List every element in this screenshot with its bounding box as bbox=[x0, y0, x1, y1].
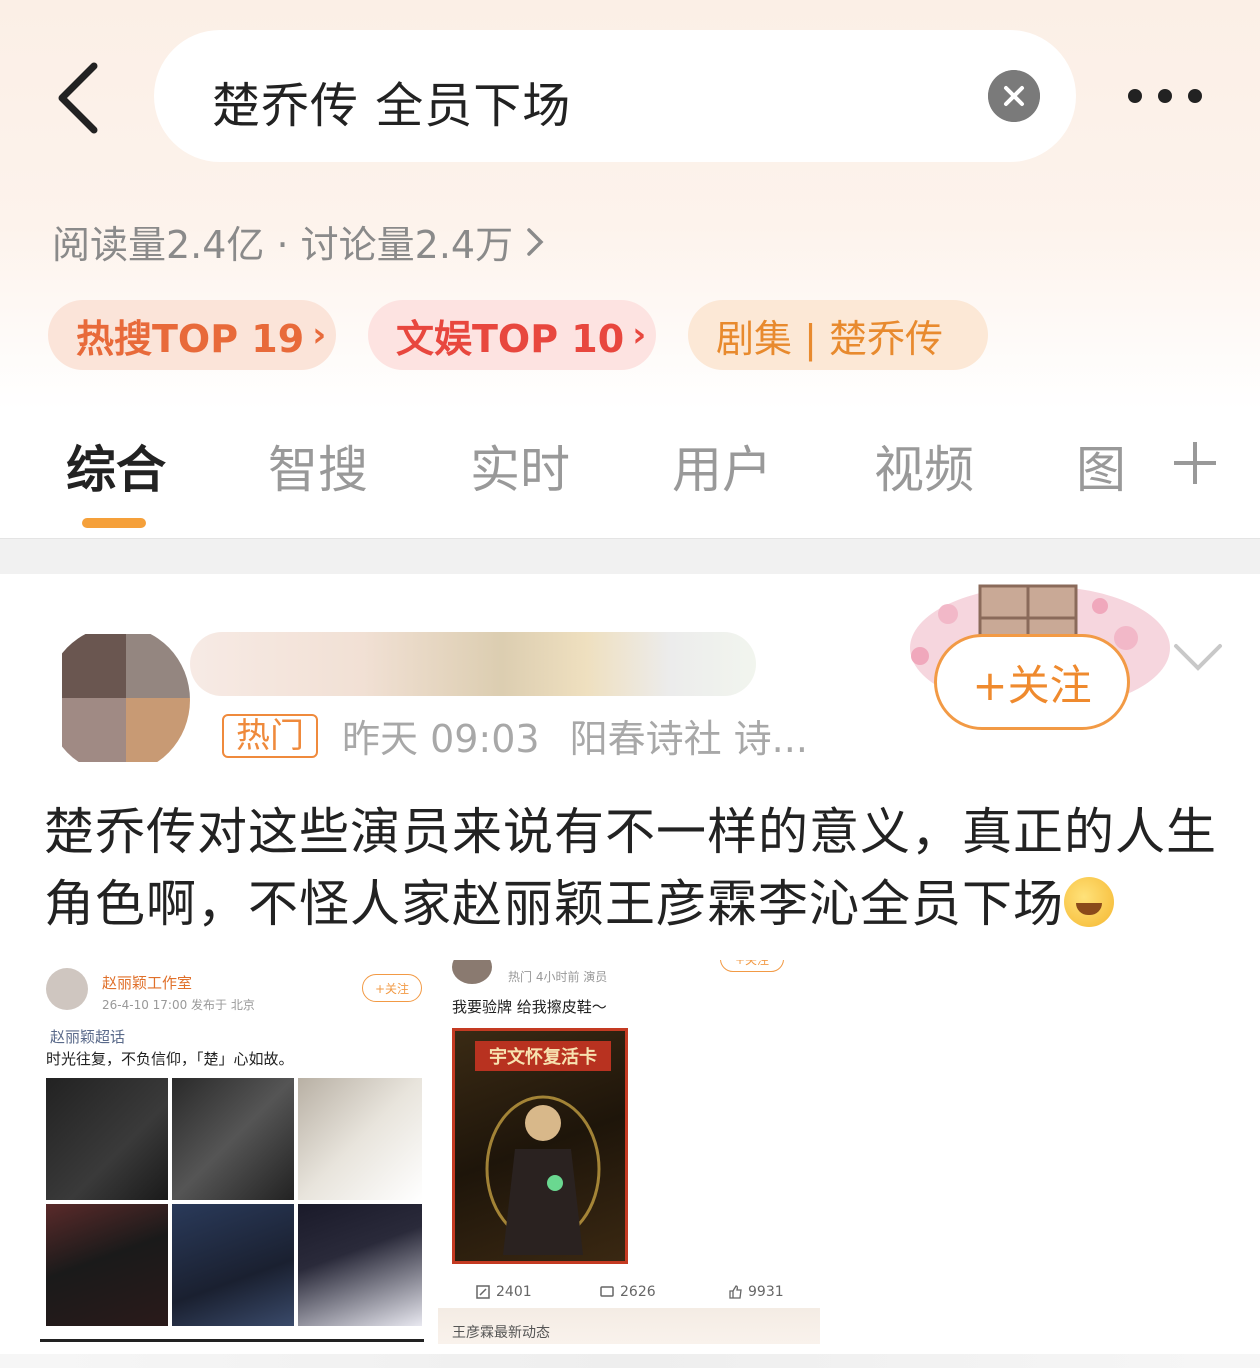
action-bar: 2401 2626 9931 bbox=[438, 1278, 818, 1312]
post-meta: 热门 昨天 09:03 阳春诗社 诗... bbox=[222, 708, 808, 763]
embedded-topic: 赵丽颖超话 bbox=[50, 1028, 126, 1046]
hot-badge: 热门 bbox=[222, 713, 318, 758]
repost-action: 2401 bbox=[476, 1284, 532, 1300]
next-post-preview: 王彦霖最新动态 bbox=[438, 1308, 820, 1344]
post-text: 楚乔传对这些演员来说有不一样的意义，真正的人生角色啊，不怪人家赵丽颖王彦霖李沁全… bbox=[44, 803, 1217, 933]
embedded-meta: 热门 4小时前 演员 bbox=[508, 970, 608, 984]
tab-images[interactable]: 图 bbox=[1076, 430, 1126, 502]
post-image-2[interactable]: 热门 4小时前 演员 +关注 我要验牌 给我擦皮鞋～ 宇文怀复活卡 2401 2… bbox=[438, 960, 820, 1344]
active-tab-indicator bbox=[82, 518, 146, 528]
thumbnail bbox=[172, 1078, 294, 1200]
embedded-follow-button: +关注 bbox=[362, 974, 422, 1002]
drama-chip[interactable]: 剧集 | 楚乔传 bbox=[688, 300, 988, 370]
avatar bbox=[452, 960, 492, 984]
entertainment-chip[interactable]: 文娱TOP 10 › bbox=[368, 300, 656, 370]
repost-icon bbox=[476, 1285, 490, 1299]
post-body: 楚乔传对这些演员来说有不一样的意义，真正的人生角色啊，不怪人家赵丽颖王彦霖李沁全… bbox=[44, 796, 1224, 940]
laughing-crying-icon bbox=[1064, 877, 1114, 927]
hot-search-label: 热搜TOP 19 bbox=[76, 316, 305, 361]
embedded-caption: 我要验牌 给我擦皮鞋～ bbox=[452, 998, 607, 1016]
top-bar: 楚乔传 全员下场 bbox=[0, 28, 1260, 164]
clear-icon[interactable] bbox=[988, 70, 1040, 122]
back-chevron-icon[interactable] bbox=[50, 58, 110, 138]
tab-smart-search[interactable]: 智搜 bbox=[268, 430, 368, 502]
card-title: 宇文怀复活卡 bbox=[475, 1041, 611, 1071]
thumbnail bbox=[46, 1204, 168, 1326]
embedded-username: 赵丽颖工作室 bbox=[102, 974, 193, 992]
chevron-right-icon: › bbox=[312, 315, 327, 355]
like-action: 9931 bbox=[728, 1284, 784, 1300]
search-query: 楚乔传 全员下场 bbox=[212, 78, 572, 134]
embedded-meta: 26-4-10 17:00 发布于 北京 bbox=[102, 998, 255, 1012]
chevron-down-icon[interactable] bbox=[1172, 636, 1224, 676]
chevron-right-icon bbox=[527, 227, 544, 256]
tab-users[interactable]: 用户 bbox=[672, 430, 772, 502]
post-card: 热门 昨天 09:03 阳春诗社 诗... +关注 楚乔传对这些演员来说有不一样… bbox=[0, 574, 1260, 1368]
comment-action: 2626 bbox=[600, 1284, 656, 1300]
thumbnail bbox=[46, 1078, 168, 1200]
chevron-right-icon: › bbox=[632, 315, 647, 355]
topic-chips: 热搜TOP 19 › 文娱TOP 10 › 剧集 | 楚乔传 bbox=[48, 300, 988, 372]
section-divider bbox=[0, 538, 1260, 574]
stats-text: 阅读量2.4亿 · 讨论量2.4万 bbox=[52, 223, 514, 267]
thumbnail bbox=[298, 1204, 422, 1326]
next-post-edge bbox=[0, 1354, 1260, 1368]
plus-icon[interactable] bbox=[1170, 438, 1220, 488]
thumbs-up-icon bbox=[729, 1285, 742, 1299]
post-time: 昨天 09:03 bbox=[342, 717, 540, 761]
search-input[interactable]: 楚乔传 全员下场 bbox=[154, 30, 1076, 162]
embedded-caption: 时光往复，不负信仰，「楚」心如故。 bbox=[46, 1050, 294, 1068]
next-post-label: 王彦霖最新动态 bbox=[452, 1325, 550, 1341]
avatar[interactable] bbox=[46, 626, 190, 774]
repost-count: 2401 bbox=[496, 1284, 532, 1300]
follow-button[interactable]: +关注 bbox=[934, 634, 1130, 730]
post-source: 阳春诗社 诗... bbox=[569, 717, 808, 761]
tab-videos[interactable]: 视频 bbox=[874, 430, 974, 502]
username-redacted[interactable] bbox=[190, 632, 756, 696]
drama-label: 剧集 | 楚乔传 bbox=[716, 316, 943, 361]
card-artwork: 宇文怀复活卡 bbox=[452, 1028, 628, 1264]
entertainment-label: 文娱TOP 10 bbox=[396, 316, 625, 361]
thumbnail bbox=[298, 1078, 422, 1200]
tab-realtime[interactable]: 实时 bbox=[470, 430, 570, 502]
comment-count: 2626 bbox=[620, 1284, 656, 1300]
thumbnail bbox=[172, 1204, 294, 1326]
like-count: 9931 bbox=[748, 1284, 784, 1300]
post-image-1[interactable]: 赵丽颖工作室 26-4-10 17:00 发布于 北京 +关注 赵丽颖超话 时光… bbox=[40, 960, 424, 1342]
search-tabs: 综合 智搜 实时 用户 视频 图 bbox=[0, 430, 1260, 540]
avatar bbox=[46, 968, 88, 1010]
hot-search-chip[interactable]: 热搜TOP 19 › bbox=[48, 300, 336, 370]
topic-stats[interactable]: 阅读量2.4亿 · 讨论量2.4万 bbox=[52, 214, 547, 269]
comment-icon bbox=[600, 1286, 614, 1297]
tab-comprehensive[interactable]: 综合 bbox=[66, 430, 166, 502]
more-icon[interactable] bbox=[1120, 76, 1210, 116]
character-figure bbox=[485, 1095, 601, 1255]
embedded-follow-button: +关注 bbox=[720, 960, 784, 972]
